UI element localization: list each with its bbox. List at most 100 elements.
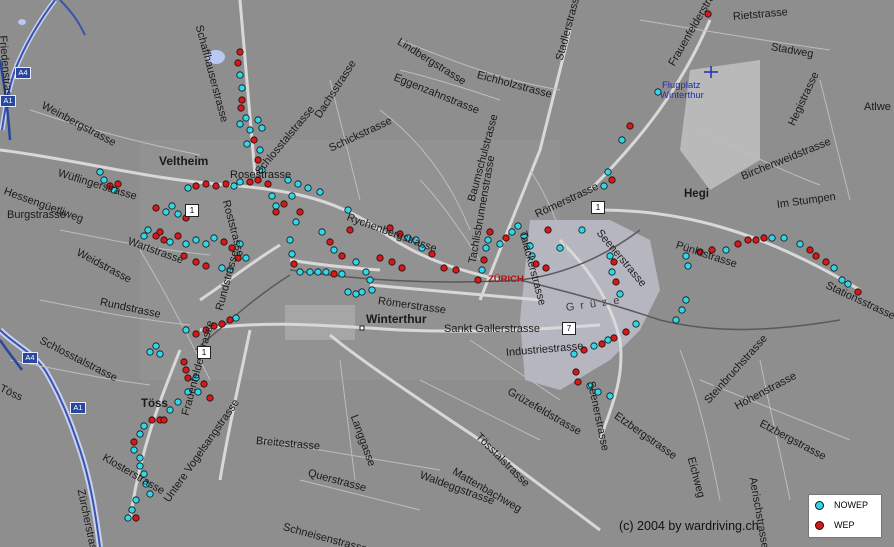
wep-access-point-marker bbox=[237, 104, 245, 112]
place-label-winterthur: Winterthur bbox=[366, 312, 427, 326]
nowep-access-point-marker bbox=[304, 184, 312, 192]
nowep-access-point-marker bbox=[136, 454, 144, 462]
nowep-access-point-marker bbox=[352, 258, 360, 266]
nowep-access-point-marker bbox=[362, 268, 370, 276]
nowep-access-point-marker bbox=[132, 496, 140, 504]
nowep-access-point-marker bbox=[578, 226, 586, 234]
wep-access-point-marker bbox=[160, 416, 168, 424]
motorway-shield: A1 bbox=[70, 402, 86, 414]
wep-access-point-marker bbox=[296, 208, 304, 216]
wep-access-point-marker bbox=[132, 514, 140, 522]
nowep-access-point-marker bbox=[168, 202, 176, 210]
wep-access-point-marker bbox=[572, 368, 580, 376]
nowep-access-point-marker bbox=[242, 114, 250, 122]
nowep-access-point-marker bbox=[96, 168, 104, 176]
nowep-access-point-marker bbox=[258, 124, 266, 132]
nowep-access-point-marker bbox=[124, 514, 132, 522]
street-label: Burgstrasse bbox=[7, 209, 66, 221]
wep-access-point-marker bbox=[192, 258, 200, 266]
nowep-access-point-marker bbox=[156, 350, 164, 358]
nowep-access-point-marker bbox=[482, 244, 490, 252]
wep-access-point-marker bbox=[222, 180, 230, 188]
wep-access-point-marker bbox=[806, 246, 814, 254]
nowep-access-point-marker bbox=[246, 126, 254, 134]
nowep-access-point-marker bbox=[288, 192, 296, 200]
nowep-access-point-marker bbox=[162, 208, 170, 216]
nowep-access-point-marker bbox=[242, 254, 250, 262]
wep-access-point-marker bbox=[160, 236, 168, 244]
nowep-access-point-marker bbox=[306, 268, 314, 276]
motorway-shield: A4 bbox=[15, 67, 31, 79]
wep-access-point-marker bbox=[326, 238, 334, 246]
nowep-access-point-marker bbox=[678, 306, 686, 314]
map-view[interactable]: Veltheim Winterthur Hegi Töss Flugplatz … bbox=[0, 0, 894, 547]
street-label: Sankt Gallerstrasse bbox=[444, 323, 540, 335]
nowep-access-point-marker bbox=[182, 326, 190, 334]
nowep-access-point-marker bbox=[722, 246, 730, 254]
route-shield: 1 bbox=[197, 346, 211, 359]
wep-access-point-marker bbox=[398, 264, 406, 272]
wep-access-point-marker bbox=[440, 264, 448, 272]
nowep-access-point-marker bbox=[292, 218, 300, 226]
nowep-access-point-marker bbox=[318, 228, 326, 236]
wep-access-point-marker bbox=[474, 276, 482, 284]
nowep-access-point-marker bbox=[268, 192, 276, 200]
wep-access-point-marker bbox=[174, 232, 182, 240]
wep-access-point-marker bbox=[622, 328, 630, 336]
nowep-access-point-marker bbox=[632, 320, 640, 328]
wep-access-point-marker bbox=[218, 320, 226, 328]
nowep-access-point-marker bbox=[358, 288, 366, 296]
wep-access-point-marker bbox=[130, 438, 138, 446]
wep-access-point-marker bbox=[346, 226, 354, 234]
nowep-access-point-marker bbox=[152, 342, 160, 350]
legend-item-nowep: NOWEP bbox=[815, 500, 868, 510]
wep-access-point-marker bbox=[502, 234, 510, 242]
nowep-access-point-marker bbox=[294, 180, 302, 188]
nowep-access-point-marker bbox=[604, 336, 612, 344]
legend-label-wep: WEP bbox=[834, 520, 855, 530]
map-legend: NOWEP WEP bbox=[808, 494, 882, 538]
wep-access-point-marker bbox=[192, 330, 200, 338]
map-canvas[interactable] bbox=[0, 0, 894, 547]
wep-access-point-marker bbox=[544, 226, 552, 234]
wep-access-point-marker bbox=[152, 204, 160, 212]
wep-access-point-marker bbox=[238, 96, 246, 104]
street-label: Rosestrasse bbox=[230, 169, 292, 181]
place-label-zurich: ZÜRICH bbox=[488, 274, 524, 285]
wep-access-point-marker bbox=[612, 278, 620, 286]
legend-item-wep: WEP bbox=[815, 520, 855, 530]
wep-access-point-marker bbox=[192, 182, 200, 190]
nowep-access-point-marker bbox=[236, 71, 244, 79]
wep-access-point-marker bbox=[376, 254, 384, 262]
wep-access-point-marker bbox=[272, 208, 280, 216]
nowep-access-point-marker bbox=[243, 140, 251, 148]
wep-access-point-marker bbox=[264, 180, 272, 188]
street-label: Atlwe bbox=[864, 101, 891, 113]
place-label-toss: Töss bbox=[141, 398, 168, 410]
nowep-access-point-marker bbox=[780, 234, 788, 242]
wep-access-point-marker bbox=[202, 180, 210, 188]
wep-access-point-marker bbox=[608, 176, 616, 184]
nowep-access-point-marker bbox=[174, 210, 182, 218]
route-shield: 1 bbox=[185, 204, 199, 217]
nowep-access-point-marker bbox=[272, 202, 280, 210]
nowep-access-point-marker bbox=[184, 184, 192, 192]
place-label-veltheim: Veltheim bbox=[159, 154, 209, 168]
wep-access-point-marker bbox=[182, 366, 190, 374]
wep-access-point-marker bbox=[250, 136, 258, 144]
wep-access-point-marker bbox=[480, 256, 488, 264]
nowep-access-point-marker bbox=[140, 232, 148, 240]
wep-access-point-marker bbox=[338, 252, 346, 260]
nowep-access-point-marker bbox=[286, 236, 294, 244]
wep-access-point-marker bbox=[626, 122, 634, 130]
nowep-access-point-marker bbox=[136, 430, 144, 438]
nowep-access-point-marker bbox=[288, 250, 296, 258]
motorway-shield: A1 bbox=[0, 95, 16, 107]
nowep-access-point-marker bbox=[496, 240, 504, 248]
nowep-access-point-marker bbox=[166, 238, 174, 246]
wep-access-point-marker bbox=[290, 260, 298, 268]
nowep-access-point-marker bbox=[618, 136, 626, 144]
nowep-access-point-marker bbox=[174, 398, 182, 406]
place-label-flugplatz-winterthur: Winterthur bbox=[660, 90, 704, 101]
wep-access-point-marker bbox=[610, 334, 618, 342]
